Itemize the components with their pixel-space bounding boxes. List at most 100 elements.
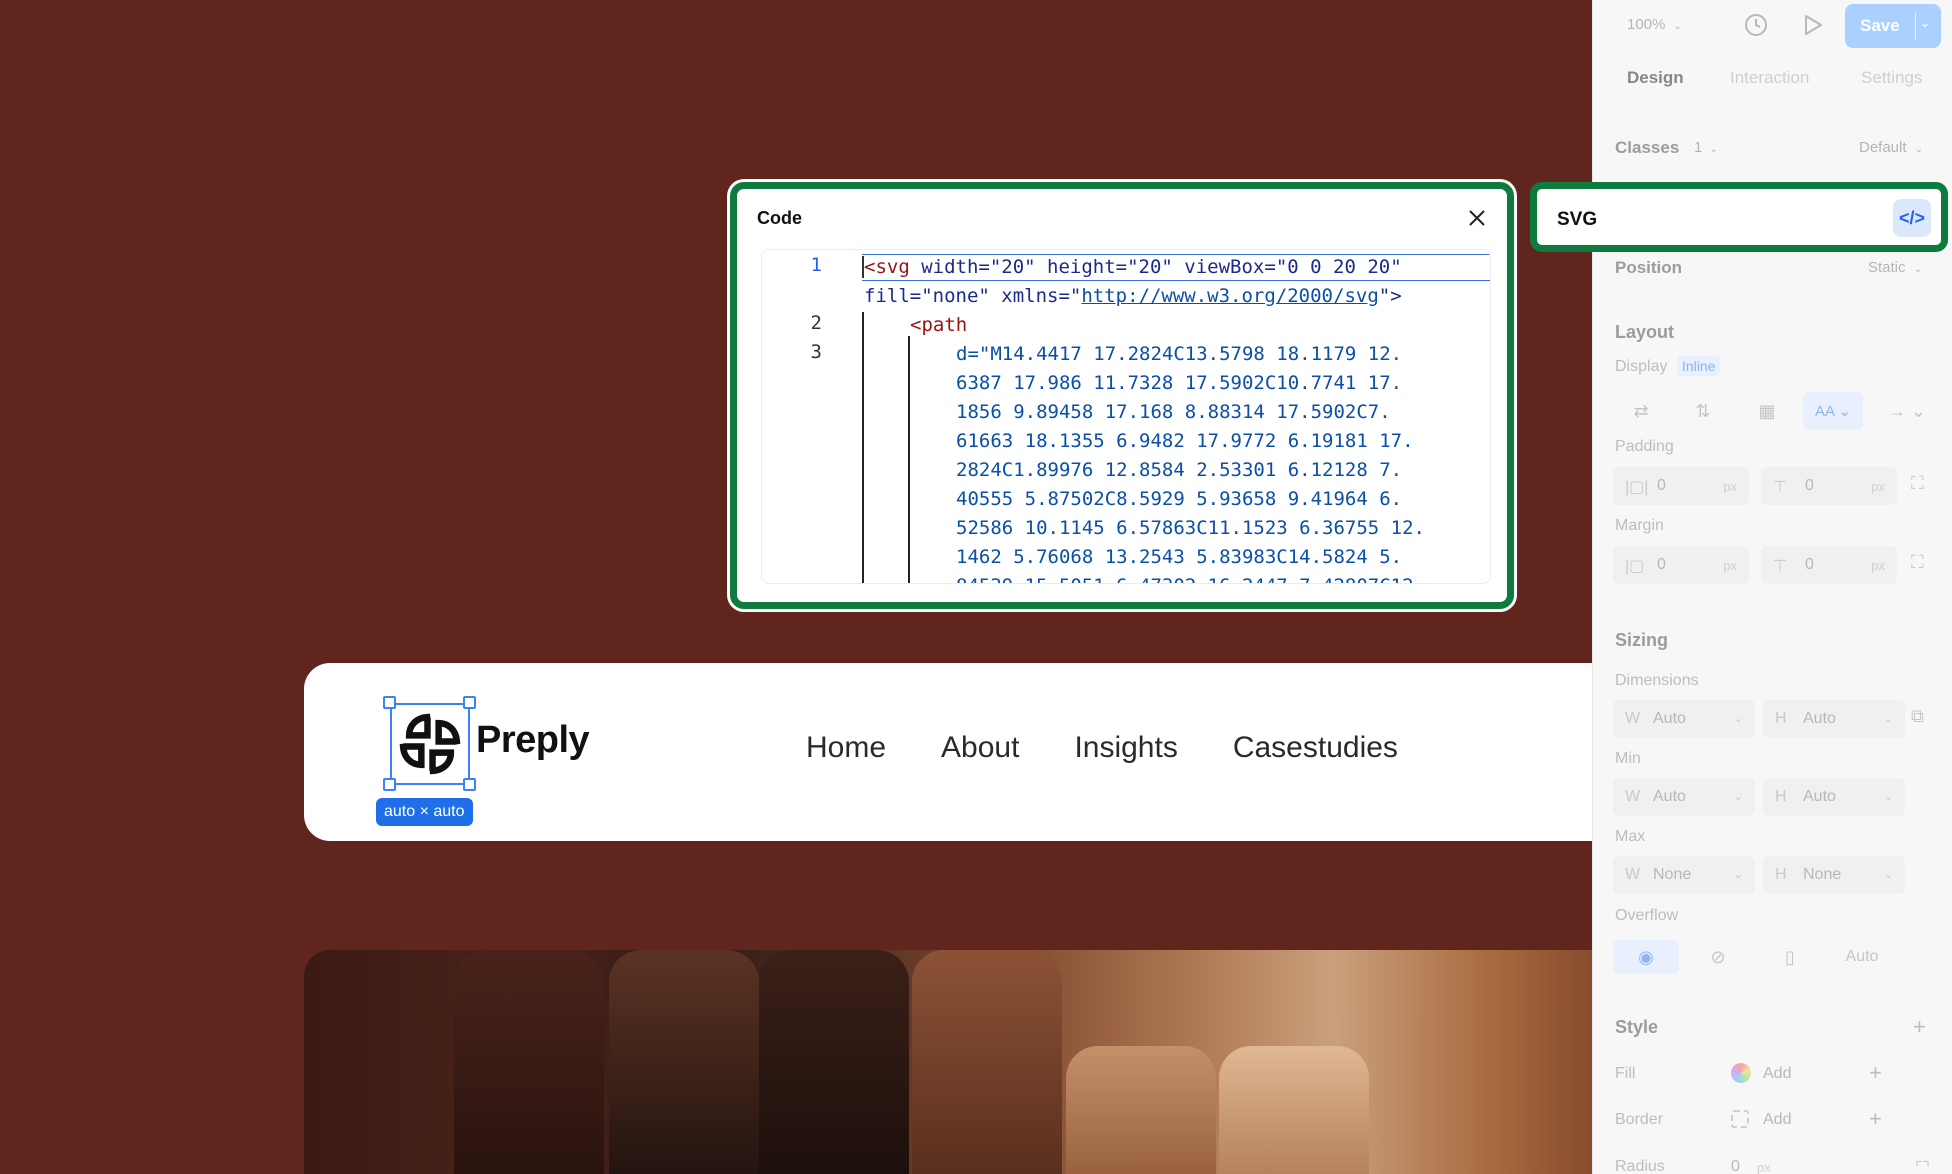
chevron-down-icon: ⌄ (1709, 144, 1718, 155)
chevron-down-icon[interactable]: ⌄ (1884, 712, 1893, 725)
border-label: Border (1615, 1111, 1664, 1128)
add-border-icon[interactable]: + (1869, 1106, 1882, 1132)
code-line: 6387 17.986 11.7328 17.5902C10.7741 17. (956, 372, 1403, 394)
classes-count[interactable]: 1 ⌄ (1694, 139, 1718, 156)
min-width-prefix: W (1625, 788, 1641, 805)
save-button-label: Save (1860, 16, 1900, 35)
position-label: Position (1615, 258, 1683, 277)
code-line: 40555 5.87502C8.5929 5.93658 9.41964 6. (956, 488, 1403, 510)
code-line: 1856 9.89458 17.168 8.88314 17.5902C7. (956, 401, 1391, 423)
expand-padding-icon[interactable]: ⛶ (1911, 473, 1924, 494)
tab-design[interactable]: Design (1627, 68, 1684, 88)
corner-radius-icon[interactable]: ⌜⌝ (1915, 1158, 1930, 1174)
code-line: <svg width="20" height="20" viewBox="0 0… (864, 253, 1402, 282)
code-token-end: "> (1378, 285, 1402, 307)
element-type-label: SVG (1557, 209, 1598, 230)
max-width-value: None (1653, 866, 1692, 883)
hero-shape (1219, 1046, 1369, 1174)
history-icon[interactable] (1743, 12, 1769, 38)
add-style-icon[interactable]: + (1913, 1014, 1926, 1040)
divider (1915, 12, 1916, 40)
chevron-down-icon[interactable]: ⌄ (1734, 868, 1743, 881)
classes-select[interactable]: Default ⌄ (1859, 139, 1923, 156)
display-value[interactable]: Inline (1677, 356, 1721, 376)
sizing-title: Sizing (1615, 630, 1668, 650)
nav-link-home[interactable]: Home (806, 731, 886, 765)
height-field[interactable]: H Auto ⌄ (1763, 700, 1905, 738)
padding-horizontal-value: 0 (1657, 477, 1666, 494)
position-select[interactable]: Static ⌄ (1868, 259, 1922, 276)
max-label: Max (1615, 828, 1646, 845)
code-editor[interactable]: 1 2 3 <svg width="20" height="20" viewBo… (761, 249, 1491, 584)
display-flex-column-icon[interactable]: ⇅ (1675, 392, 1731, 430)
code-token-tag: <svg (864, 256, 910, 278)
display-grid-icon[interactable]: ▦ (1739, 392, 1795, 430)
overflow-hidden-icon[interactable]: ⊘ (1685, 940, 1751, 974)
margin-vertical-field[interactable]: ⊤ 0 px (1761, 546, 1897, 584)
close-icon[interactable] (1465, 206, 1489, 230)
padding-horizontal-field[interactable]: |▢| 0 px (1613, 467, 1749, 505)
arrow-right-icon[interactable]: → ⌄ (1879, 392, 1935, 430)
tab-interaction[interactable]: Interaction (1730, 68, 1809, 88)
nav-link-casestudies[interactable]: Casestudies (1233, 731, 1398, 765)
hero-shape (454, 950, 604, 1174)
chevron-down-icon[interactable]: ⌄ (1884, 790, 1893, 803)
width-field[interactable]: W Auto ⌄ (1613, 700, 1755, 738)
fill-label: Fill (1615, 1065, 1636, 1082)
min-width-field[interactable]: W Auto ⌄ (1613, 778, 1755, 816)
navbar-card: Preply auto × auto Home About Insights C… (304, 663, 1624, 841)
code-line: <path (910, 311, 967, 340)
max-width-prefix: W (1625, 866, 1641, 883)
code-line: 84539 15.5051 6.47302 16.2447 7.42807C12 (956, 572, 1414, 583)
properties-panel: 100% ⌄ Save ⌄ Design Interaction Setting… (1592, 0, 1952, 1174)
overflow-label: Overflow (1615, 907, 1679, 924)
preply-logo-icon[interactable] (394, 708, 466, 780)
chevron-down-icon[interactable]: ⌄ (1884, 868, 1893, 881)
hero-image (304, 950, 1624, 1174)
max-width-field[interactable]: W None ⌄ (1613, 856, 1755, 894)
code-icon[interactable]: </> (1893, 199, 1931, 237)
unit-label: px (1723, 479, 1737, 494)
zoom-select[interactable]: 100% ⌄ (1627, 16, 1682, 33)
code-token-tag: <path (910, 314, 968, 336)
padding-horizontal-icon: |▢| (1625, 479, 1649, 496)
add-fill-icon[interactable]: + (1869, 1060, 1882, 1086)
width-value: Auto (1653, 710, 1686, 727)
chevron-down-icon[interactable]: ⌄ (1734, 712, 1743, 725)
radius-value[interactable]: 0 (1731, 1158, 1740, 1174)
border-add-value[interactable]: Add (1763, 1111, 1791, 1129)
fill-add-value[interactable]: Add (1763, 1065, 1791, 1083)
padding-vertical-field[interactable]: ⊤ 0 px (1761, 467, 1897, 505)
display-flex-row-icon[interactable]: ⇄ (1613, 392, 1669, 430)
chevron-down-icon[interactable]: ⌄ (1734, 790, 1743, 803)
code-dialog: Code 1 2 3 <svg width="20" height="20" v… (730, 182, 1514, 609)
display-inline-icon[interactable]: AA ⌄ (1803, 392, 1863, 430)
code-line: d="M14.4417 17.2824C13.5798 18.1179 12. (956, 343, 1403, 365)
nav-link-insights[interactable]: Insights (1074, 731, 1177, 765)
overflow-auto[interactable]: Auto (1829, 940, 1895, 974)
size-badge: auto × auto (376, 798, 473, 826)
min-height-field[interactable]: H Auto ⌄ (1763, 778, 1905, 816)
unit-label: px (1871, 558, 1885, 573)
overflow-scroll-icon[interactable]: ▯ (1757, 940, 1823, 974)
chevron-down-icon[interactable]: ⌄ (1920, 16, 1930, 30)
line-number: 2 (810, 312, 822, 334)
expand-margin-icon[interactable]: ⛶ (1911, 552, 1924, 573)
line-number: 1 (810, 254, 822, 276)
tab-settings[interactable]: Settings (1861, 68, 1922, 88)
chevron-down-icon: ⌄ (1914, 144, 1924, 155)
max-height-field[interactable]: H None ⌄ (1763, 856, 1905, 894)
play-icon[interactable] (1801, 12, 1825, 38)
aspect-ratio-icon[interactable]: ⧉ (1911, 706, 1924, 727)
code-token-link[interactable]: http://www.w3.org/2000/svg (1081, 285, 1378, 307)
nav-links: Home About Insights Casestudies (806, 731, 1398, 765)
save-button[interactable]: Save ⌄ (1845, 4, 1941, 48)
max-height-value: None (1803, 866, 1842, 883)
code-token-attrs: width="20" height="20" viewBox="0 0 20 2… (909, 256, 1402, 278)
margin-horizontal-field[interactable]: |▢ 0 px (1613, 546, 1749, 584)
overflow-visible-icon[interactable]: ◉ (1613, 940, 1679, 974)
margin-label: Margin (1615, 517, 1664, 534)
nav-link-about[interactable]: About (941, 731, 1019, 765)
min-width-value: Auto (1653, 788, 1686, 805)
code-line: fill="none" xmlns="http://www.w3.org/200… (864, 282, 1402, 311)
